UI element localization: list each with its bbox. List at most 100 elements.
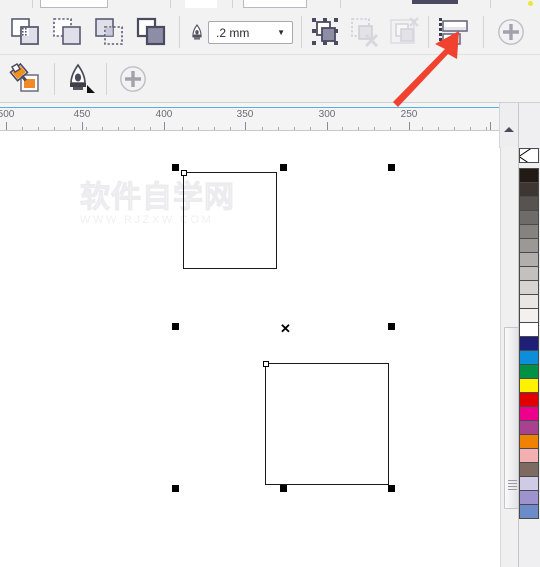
ungroup-icon bbox=[351, 18, 379, 48]
ruler-minor-tick bbox=[454, 127, 455, 130]
ruler-label: 350 bbox=[236, 109, 254, 120]
horizontal-ruler[interactable]: 500 450 400 350 300 250 bbox=[0, 108, 521, 131]
rectangle-top[interactable] bbox=[183, 172, 277, 269]
vertical-scrollbar-thumb[interactable] bbox=[504, 327, 519, 509]
color-swatch[interactable] bbox=[519, 182, 539, 197]
color-swatch[interactable] bbox=[519, 322, 539, 337]
ruler-minor-tick bbox=[102, 127, 103, 130]
outline-width-icon-button[interactable] bbox=[188, 23, 206, 43]
selection-handle[interactable] bbox=[172, 164, 179, 171]
drawing-canvas[interactable]: 软件自学网 WWW.RJZXW.COM ✕ bbox=[0, 131, 500, 567]
clipped-color-bar[interactable] bbox=[412, 0, 458, 4]
clipped-separator-1 bbox=[32, 0, 33, 8]
toolbar-shaping-arrange: .2 mm ▼ bbox=[0, 9, 540, 55]
color-swatch[interactable] bbox=[519, 462, 539, 477]
plus-circle-icon bbox=[498, 19, 524, 45]
color-swatch[interactable] bbox=[519, 420, 539, 435]
trim-button[interactable] bbox=[50, 15, 86, 49]
ruler-minor-tick bbox=[310, 127, 311, 130]
color-swatch[interactable] bbox=[519, 476, 539, 491]
group-icon bbox=[312, 18, 338, 45]
color-swatch[interactable] bbox=[519, 196, 539, 211]
simplify-icon bbox=[136, 17, 166, 46]
ruler-major-tick bbox=[164, 122, 165, 130]
ruler-label: 300 bbox=[318, 109, 336, 120]
ruler-minor-tick bbox=[230, 127, 231, 130]
ruler-minor-tick bbox=[198, 127, 199, 130]
ruler-major-tick bbox=[6, 122, 7, 130]
color-swatch[interactable] bbox=[519, 336, 539, 351]
ungroup-all-button bbox=[388, 15, 422, 49]
ruler-minor-tick bbox=[54, 127, 55, 130]
add-tool-button[interactable] bbox=[116, 64, 150, 94]
clipped-widget-1[interactable] bbox=[40, 0, 108, 8]
intersect-button[interactable] bbox=[92, 15, 128, 49]
ruler-minor-tick bbox=[262, 127, 263, 130]
rectangle-top-node[interactable] bbox=[181, 170, 187, 176]
ruler-minor-tick bbox=[358, 127, 359, 130]
selection-handle[interactable] bbox=[388, 323, 395, 330]
swatch-none[interactable] bbox=[519, 148, 539, 163]
color-swatch[interactable] bbox=[519, 308, 539, 323]
weld-button[interactable] bbox=[8, 15, 44, 49]
color-swatch[interactable] bbox=[519, 210, 539, 225]
color-swatch[interactable] bbox=[519, 350, 539, 365]
ruler-label: 500 bbox=[0, 109, 15, 120]
selection-handle[interactable] bbox=[172, 323, 179, 330]
ruler-minor-tick bbox=[38, 127, 39, 130]
clipped-separator-3 bbox=[232, 0, 233, 8]
color-swatch[interactable] bbox=[519, 504, 539, 519]
align-left-icon bbox=[439, 18, 468, 46]
color-swatch[interactable] bbox=[519, 364, 539, 379]
ruler-minor-tick bbox=[150, 127, 151, 130]
color-swatch[interactable] bbox=[519, 224, 539, 239]
group-button[interactable] bbox=[308, 15, 342, 49]
color-swatch[interactable] bbox=[519, 406, 539, 421]
add-toolbar-item-button[interactable] bbox=[494, 17, 528, 47]
color-swatch[interactable] bbox=[519, 392, 539, 407]
clipped-separator-2 bbox=[170, 0, 171, 8]
color-swatch[interactable] bbox=[519, 448, 539, 463]
chevron-down-icon[interactable]: ▼ bbox=[277, 28, 285, 37]
edit-fill-button[interactable] bbox=[8, 62, 46, 96]
ruler-major-tick bbox=[327, 122, 328, 130]
align-and-distribute-button[interactable] bbox=[434, 15, 472, 49]
outline-width-combobox[interactable]: .2 mm ▼ bbox=[208, 21, 293, 44]
simplify-button[interactable] bbox=[134, 15, 170, 49]
ruler-major-tick bbox=[409, 122, 410, 130]
clipped-widget-3[interactable] bbox=[243, 0, 307, 8]
color-swatch[interactable] bbox=[519, 434, 539, 449]
ruler-minor-tick bbox=[390, 127, 391, 130]
docker-collapse-tab[interactable] bbox=[499, 103, 519, 148]
color-swatch[interactable] bbox=[519, 280, 539, 295]
color-swatch[interactable] bbox=[519, 490, 539, 505]
outline-pen-icon bbox=[70, 63, 95, 93]
right-panel: ▶ ▲ bbox=[499, 103, 540, 567]
color-swatch[interactable] bbox=[519, 168, 539, 183]
ruler-major-tick bbox=[490, 122, 491, 130]
clipped-widget-2[interactable] bbox=[185, 0, 217, 8]
ruler-minor-tick bbox=[182, 127, 183, 130]
selection-handle[interactable] bbox=[280, 485, 287, 492]
selection-handle[interactable] bbox=[388, 164, 395, 171]
ruler-minor-tick bbox=[86, 127, 87, 130]
color-palette[interactable] bbox=[518, 103, 540, 567]
ruler-minor-tick bbox=[486, 127, 487, 130]
selection-handle[interactable] bbox=[172, 485, 179, 492]
fill-bucket-icon bbox=[9, 63, 39, 92]
color-swatch[interactable] bbox=[519, 238, 539, 253]
rectangle-bottom-node[interactable] bbox=[263, 361, 269, 367]
color-swatch[interactable] bbox=[519, 294, 539, 309]
color-swatch[interactable] bbox=[519, 266, 539, 281]
coreldraw-window: .2 mm ▼ 00 450 400 350 300 250 软件自学网 WWW… bbox=[0, 0, 540, 567]
selection-center-mark[interactable]: ✕ bbox=[280, 322, 291, 335]
color-swatch[interactable] bbox=[519, 378, 539, 393]
ruler-minor-tick bbox=[342, 127, 343, 130]
rectangle-bottom[interactable] bbox=[265, 363, 389, 485]
color-swatch[interactable] bbox=[519, 252, 539, 267]
ruler-minor-tick bbox=[70, 127, 71, 130]
selection-handle[interactable] bbox=[388, 485, 395, 492]
outline-pen-button[interactable] bbox=[62, 62, 100, 96]
weld-icon bbox=[11, 18, 39, 45]
selection-handle[interactable] bbox=[280, 164, 287, 171]
